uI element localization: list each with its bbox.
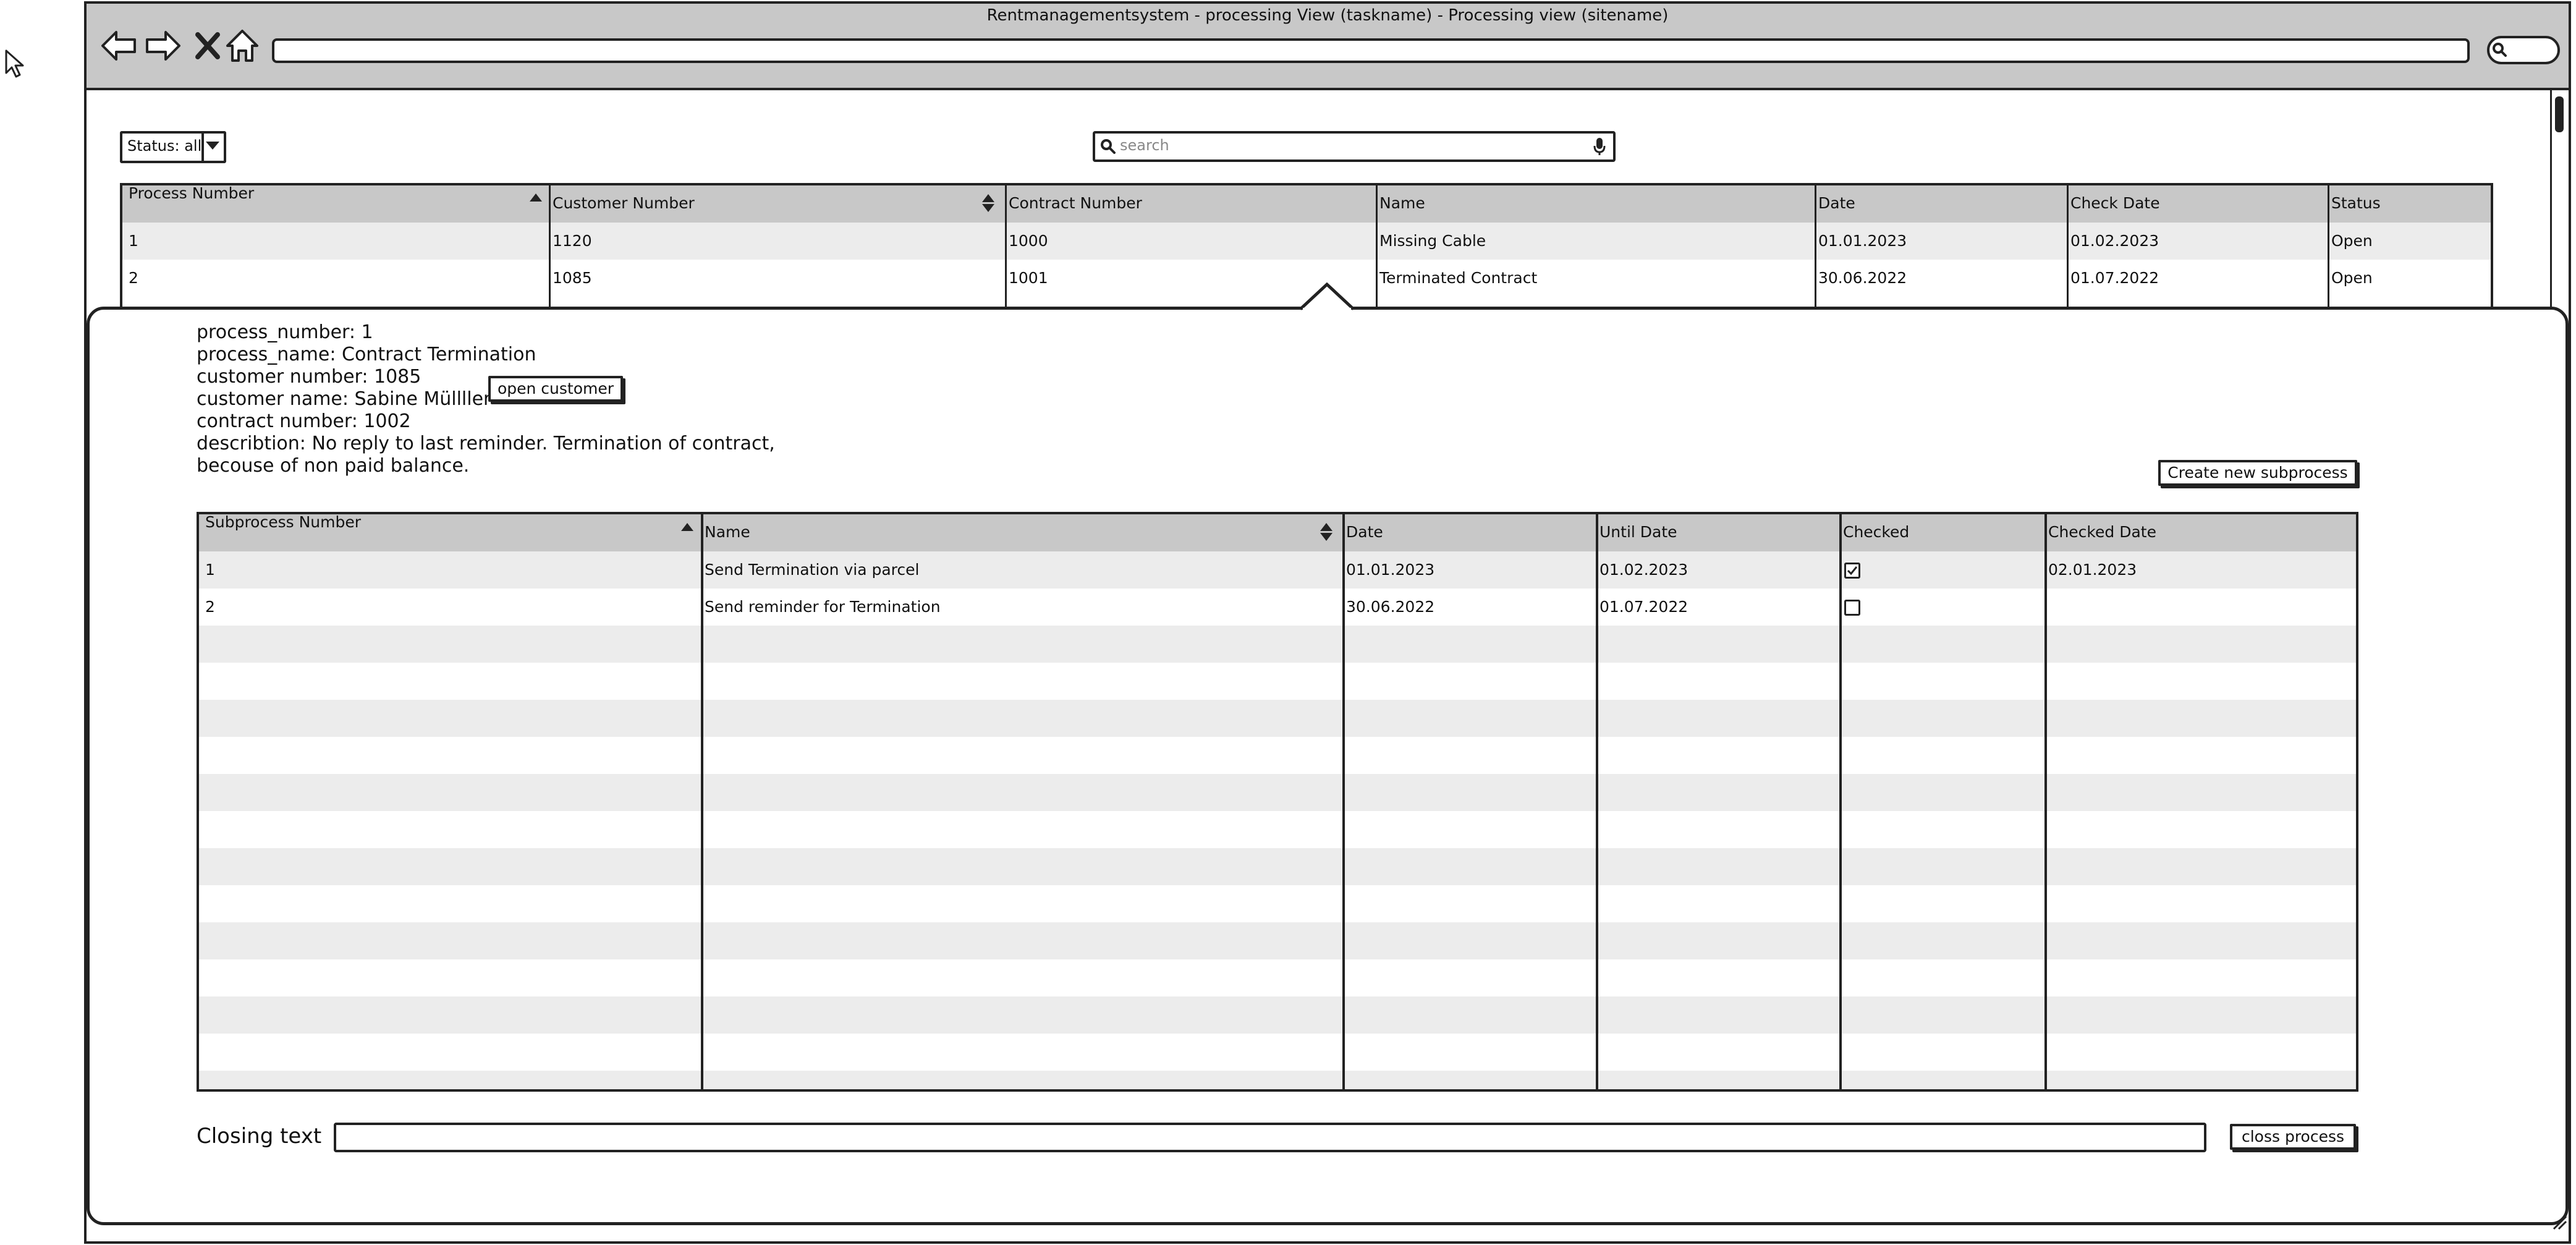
table-row-empty — [199, 1071, 2356, 1089]
checked-checkbox[interactable] — [1844, 563, 1860, 579]
cell-check-date: 01.02.2023 — [2070, 232, 2159, 250]
cell-process-number: 2 — [129, 269, 138, 287]
column-divider — [1596, 514, 1598, 1089]
column-header-subprocess-number[interactable]: Subprocess Number — [205, 513, 361, 531]
column-header-process-number[interactable]: Process Number — [129, 184, 254, 202]
cell-check-date: 01.07.2022 — [2070, 269, 2159, 287]
cell-process-number: 1 — [129, 232, 138, 250]
cursor-icon — [5, 49, 24, 78]
table-row-empty — [199, 774, 2356, 811]
table-row[interactable] — [199, 589, 2356, 626]
table-row-empty — [199, 996, 2356, 1034]
cell-customer-number: 1085 — [553, 269, 592, 287]
table-row-empty — [199, 626, 2356, 663]
table-row-empty — [199, 848, 2356, 885]
column-divider — [1342, 514, 1345, 1089]
cell-until-date: 01.07.2022 — [1599, 598, 1688, 616]
column-divider — [1376, 185, 1378, 309]
column-header-date[interactable]: Date — [1346, 523, 1383, 541]
subprocess-table-header — [199, 514, 2356, 551]
window-title: Rentmanagementsystem - processing View (… — [986, 6, 1669, 25]
cell-contract-number: 1001 — [1009, 269, 1048, 287]
sort-icon[interactable] — [1320, 523, 1332, 531]
search-placeholder: search — [1120, 137, 1169, 154]
column-header-date[interactable]: Date — [1818, 194, 1855, 212]
column-header-customer-number[interactable]: Customer Number — [553, 194, 695, 212]
column-divider — [2328, 185, 2329, 309]
status-filter-divider — [201, 131, 204, 163]
column-header-contract-number[interactable]: Contract Number — [1009, 194, 1142, 212]
column-header-checked[interactable]: Checked — [1843, 523, 1909, 541]
detail-contract-number: contract number: 1002 — [197, 410, 411, 432]
column-divider — [2044, 514, 2047, 1089]
detail-description: describtion: No reply to last reminder. … — [197, 433, 775, 454]
cell-contract-number: 1000 — [1009, 232, 1048, 250]
detail-customer-number: customer number: 1085 — [197, 366, 422, 388]
column-divider — [2067, 185, 2069, 309]
sort-icon-down[interactable] — [982, 204, 994, 212]
sort-icon-down[interactable] — [1320, 533, 1332, 541]
cell-name: Send reminder for Termination — [705, 598, 941, 616]
home-icon[interactable] — [222, 26, 262, 66]
detail-customer-name: customer name: Sabine Müllller — [197, 388, 491, 410]
chevron-down-icon[interactable] — [206, 142, 219, 150]
cell-subprocess-number: 1 — [205, 561, 215, 579]
closing-text-label: Closing text — [197, 1124, 322, 1149]
table-row[interactable] — [199, 551, 2356, 589]
cell-date: 30.06.2022 — [1346, 598, 1435, 616]
cell-name: Missing Cable — [1379, 232, 1486, 250]
open-customer-button[interactable]: open customer — [488, 376, 623, 402]
table-row-empty — [199, 700, 2356, 737]
microphone-icon[interactable] — [1592, 136, 1607, 157]
column-header-status[interactable]: Status — [2331, 194, 2381, 212]
table-row-empty — [199, 922, 2356, 959]
column-divider — [1839, 514, 1842, 1089]
column-header-check-date[interactable]: Check Date — [2070, 194, 2160, 212]
cell-subprocess-number: 2 — [205, 598, 215, 616]
column-divider — [1005, 185, 1007, 309]
detail-process-name: process_name: Contract Termination — [197, 344, 536, 365]
cell-date: 30.06.2022 — [1818, 269, 1907, 287]
column-header-until-date[interactable]: Until Date — [1599, 523, 1677, 541]
cell-checked-date: 02.01.2023 — [2048, 561, 2137, 579]
search-input[interactable] — [1093, 131, 1616, 162]
cell-date: 01.01.2023 — [1346, 561, 1435, 579]
create-subprocess-button[interactable]: Create new subprocess — [2158, 460, 2357, 486]
column-header-name[interactable]: Name — [1379, 194, 1425, 212]
column-header-name[interactable]: Name — [705, 523, 750, 541]
cell-status: Open — [2331, 269, 2373, 287]
search-icon — [2493, 43, 2507, 57]
unchecked-checkbox[interactable] — [1844, 600, 1860, 616]
back-arrow-icon[interactable] — [99, 26, 138, 66]
cell-until-date: 01.02.2023 — [1599, 561, 1688, 579]
cell-date: 01.01.2023 — [1818, 232, 1907, 250]
closing-text-input[interactable] — [334, 1123, 2206, 1152]
url-bar[interactable] — [272, 38, 2470, 63]
column-divider — [549, 185, 551, 309]
detail-process-number: process_number: 1 — [197, 321, 373, 343]
sort-ascending-icon[interactable] — [530, 193, 542, 202]
column-header-checked-date[interactable]: Checked Date — [2048, 523, 2156, 541]
cell-status: Open — [2331, 232, 2373, 250]
cell-name: Send Termination via parcel — [705, 561, 920, 579]
scrollbar-thumb[interactable] — [2555, 96, 2564, 132]
search-icon — [1101, 139, 1116, 154]
sort-icon[interactable] — [982, 194, 994, 202]
column-divider — [701, 514, 703, 1089]
column-divider — [1815, 185, 1816, 309]
status-filter-label: Status: all — [127, 137, 202, 155]
forward-arrow-icon[interactable] — [143, 26, 183, 66]
detail-description-cont: becouse of non paid balance. — [197, 455, 470, 477]
cell-customer-number: 1120 — [553, 232, 592, 250]
panel-pointer — [1300, 282, 1354, 310]
close-process-button[interactable]: closs process — [2230, 1124, 2356, 1150]
checkmark-icon — [1847, 566, 1858, 576]
sort-ascending-icon[interactable] — [681, 523, 693, 531]
cell-name: Terminated Contract — [1379, 269, 1538, 287]
close-icon[interactable] — [188, 26, 227, 66]
